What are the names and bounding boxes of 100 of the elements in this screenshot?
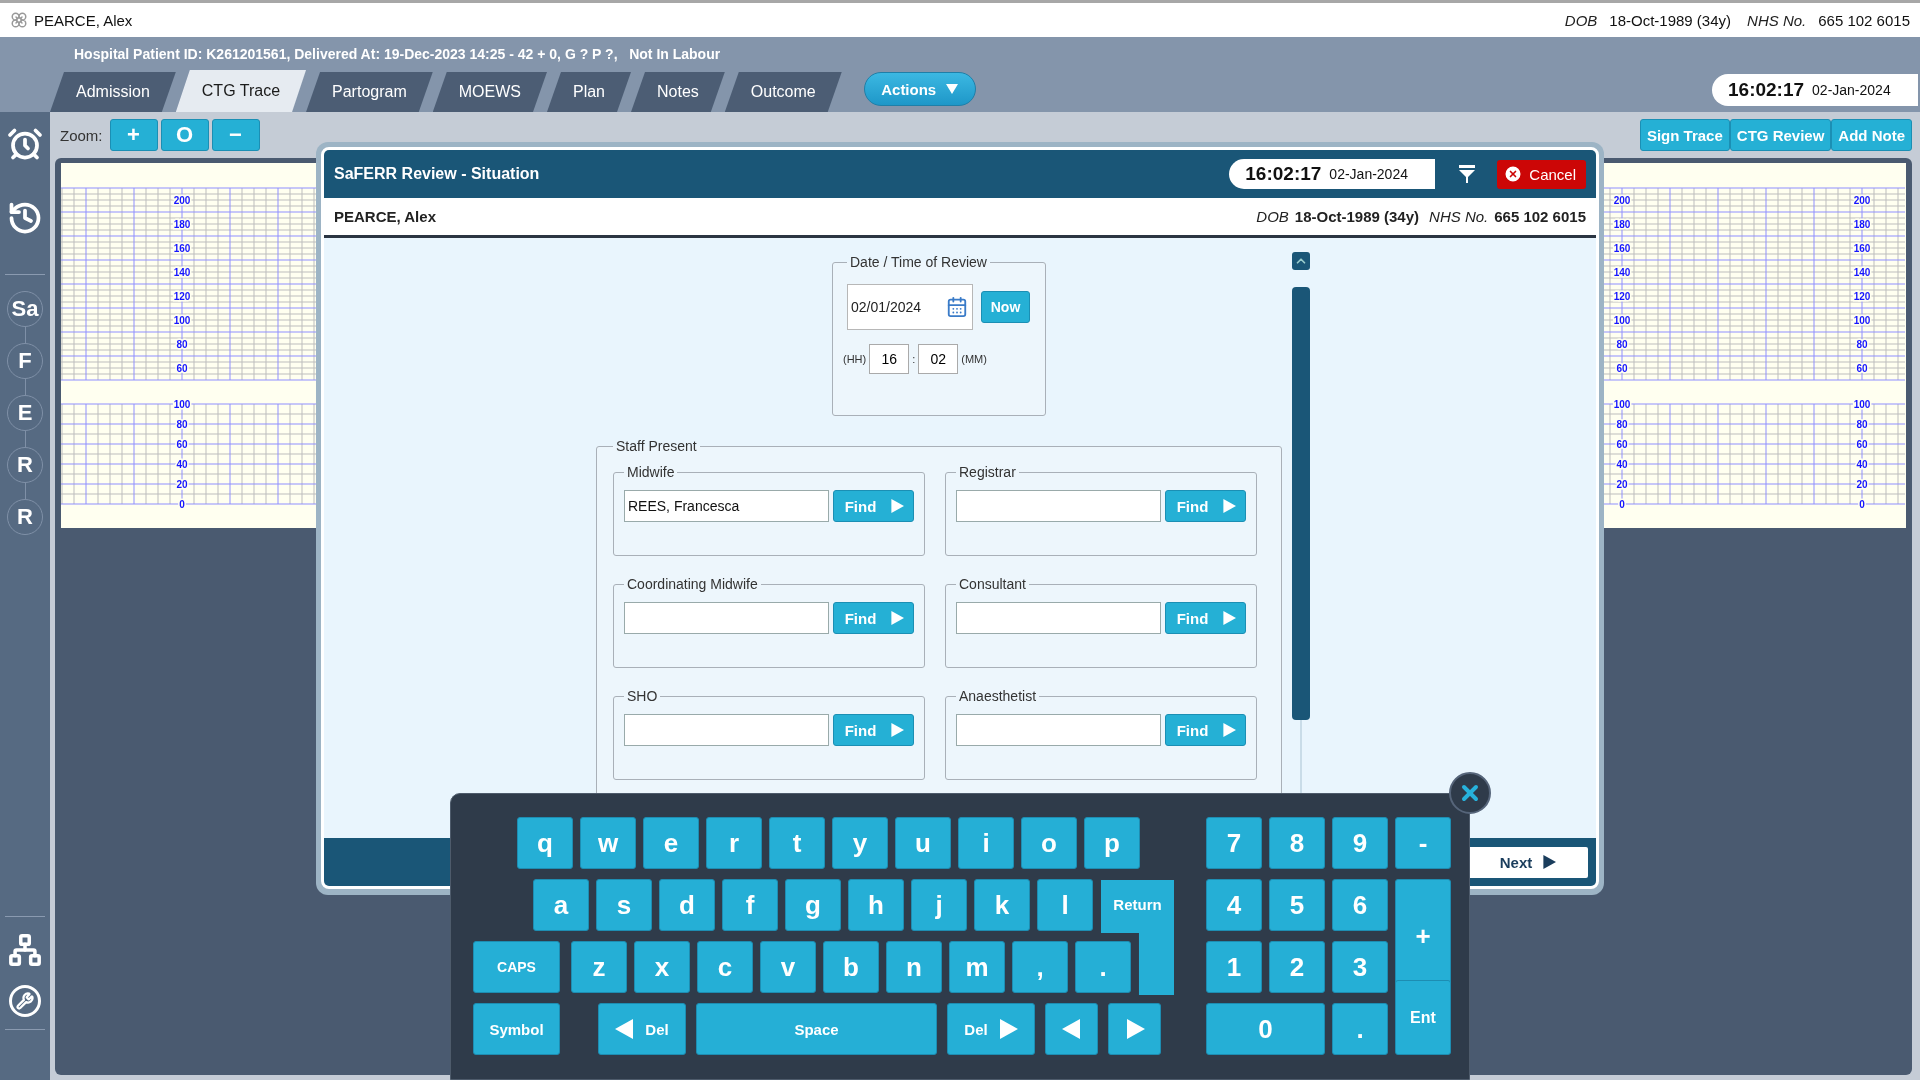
scale-label: 0 [1619,499,1625,510]
scrollbar-thumb[interactable] [1292,287,1310,720]
key[interactable]: - [1395,817,1451,869]
left-key[interactable] [1045,1003,1098,1055]
key[interactable]: a [533,879,589,931]
staff-name-field[interactable] [624,714,829,746]
staff-name-field[interactable] [956,602,1161,634]
key[interactable]: b [823,941,879,993]
calendar-icon[interactable] [946,296,968,318]
scale-label: 40 [1616,459,1628,470]
role-label: Midwife [626,464,676,480]
staff-name-field[interactable] [624,602,829,634]
scroll-up-button[interactable] [1292,252,1310,270]
key[interactable]: , [1012,941,1068,993]
triangle-icon [1222,611,1237,625]
key[interactable]: m [949,941,1005,993]
dob-value: 18-Oct-1989 (34y) [1609,11,1732,29]
key[interactable]: f [722,879,778,931]
role-label: SHO [626,688,659,704]
tab[interactable]: Partogram [306,72,433,112]
minute-field[interactable]: 02 [918,344,959,374]
key[interactable]: h [848,879,904,931]
key[interactable]: d [659,879,715,931]
key[interactable]: l [1037,879,1093,931]
key[interactable]: v [760,941,816,993]
key[interactable]: g [785,879,841,931]
group-title: Date / Time of Review [849,254,988,270]
key[interactable]: e [643,817,699,869]
key[interactable]: s [596,879,652,931]
triangle-icon [615,1019,636,1039]
right-key[interactable] [1108,1003,1161,1055]
key[interactable]: 9 [1332,817,1388,869]
key[interactable]: r [706,817,762,869]
history-icon[interactable] [7,200,43,236]
caps-key[interactable]: CAPS [473,941,560,993]
key[interactable]: q [517,817,573,869]
staff-name-field[interactable] [956,714,1161,746]
key[interactable]: . [1075,941,1131,993]
key[interactable]: y [832,817,888,869]
key[interactable]: o [1021,817,1077,869]
scale-label: 80 [176,339,188,350]
tab[interactable]: MOEWS [432,72,547,112]
date-field[interactable]: 02/01/2024 [847,284,973,330]
key[interactable]: z [571,941,627,993]
trace-action-button[interactable]: Sign Trace [1639,119,1730,151]
now-button[interactable]: Now [981,291,1030,323]
key[interactable]: i [958,817,1014,869]
key[interactable]: k [974,879,1030,931]
find-button[interactable]: Find [1165,602,1246,634]
key[interactable]: 1 [1206,941,1262,993]
tab[interactable]: Notes [631,72,725,112]
key[interactable]: t [769,817,825,869]
network-icon[interactable] [8,933,42,967]
find-button[interactable]: Find [1165,714,1246,746]
wrench-icon[interactable] [9,985,41,1017]
zoom-button[interactable]: − [211,119,260,151]
space-key[interactable]: Space [696,1003,937,1055]
actions-button[interactable]: Actions [863,72,976,106]
find-button[interactable]: Find [833,714,914,746]
staff-name-field[interactable]: REES, Francesca [624,490,829,522]
key[interactable]: 5 [1269,879,1325,931]
key[interactable]: n [886,941,942,993]
key[interactable]: j [911,879,967,931]
tab[interactable]: Outcome [724,72,842,112]
key[interactable]: x [634,941,690,993]
cancel-button[interactable]: Cancel [1497,159,1586,189]
key[interactable]: 7 [1206,817,1262,869]
key[interactable]: p [1084,817,1140,869]
tab[interactable]: CTG Trace [175,70,307,112]
key[interactable]: . [1332,1003,1388,1055]
delete-back-key[interactable]: Del [598,1003,686,1055]
zoom-button[interactable]: O [160,119,209,151]
staff-name-field[interactable] [956,490,1161,522]
symbol-key[interactable]: Symbol [473,1003,560,1055]
key[interactable]: u [895,817,951,869]
key[interactable]: 4 [1206,879,1262,931]
scale-label: 80 [1856,419,1868,430]
key[interactable]: 8 [1269,817,1325,869]
scale-label: 20 [1616,479,1628,490]
key[interactable]: 2 [1269,941,1325,993]
key[interactable]: w [580,817,636,869]
key[interactable]: Ent [1395,980,1451,1055]
tab[interactable]: Admission [50,72,176,112]
key[interactable]: 3 [1332,941,1388,993]
nhs-number: 665 102 6015 [1494,208,1586,225]
zoom-button[interactable]: + [109,119,158,151]
delete-forward-key[interactable]: Del [947,1003,1035,1055]
scale-label: 180 [173,219,191,230]
key[interactable]: 0 [1206,1003,1325,1055]
next-button[interactable]: Next [1468,846,1588,878]
find-button[interactable]: Find [833,602,914,634]
hour-field[interactable]: 16 [869,344,910,374]
key[interactable]: c [697,941,753,993]
tab[interactable]: Plan [546,72,631,112]
find-button[interactable]: Find [833,490,914,522]
trace-action-button[interactable]: Add Note [1831,119,1912,151]
trace-action-button[interactable]: CTG Review [1729,119,1832,151]
filter-icon[interactable] [1459,165,1476,183]
key[interactable]: 6 [1332,879,1388,931]
find-button[interactable]: Find [1165,490,1246,522]
